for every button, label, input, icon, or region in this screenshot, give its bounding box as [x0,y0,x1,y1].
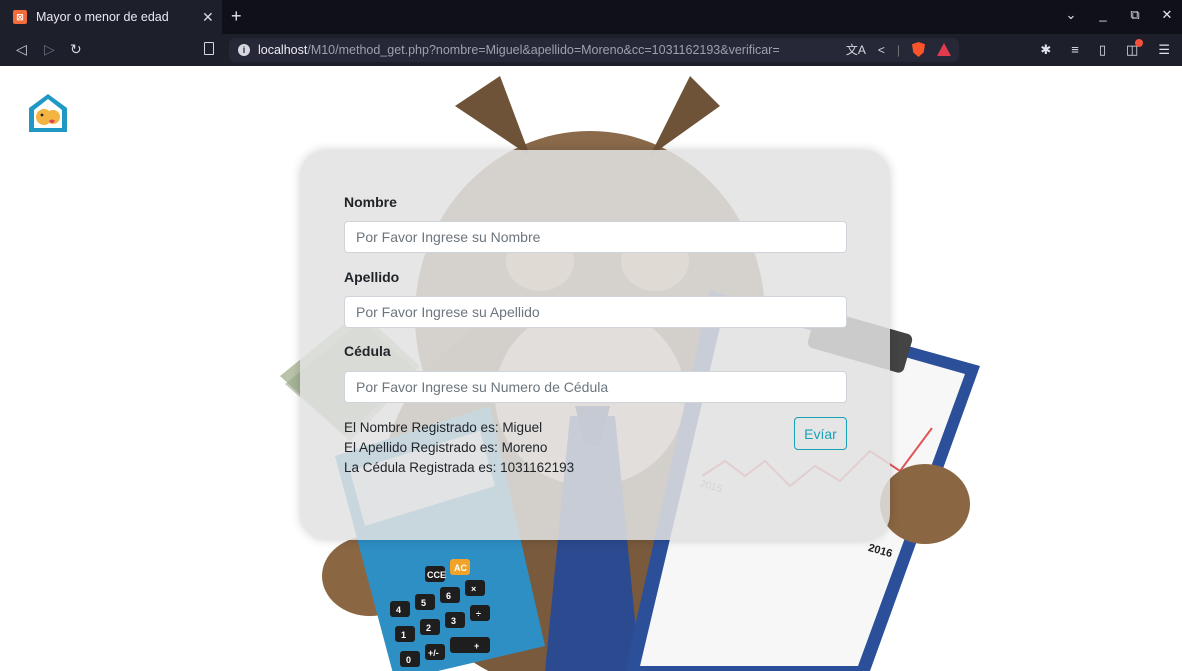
close-tab-icon[interactable]: ✕ [202,9,214,26]
new-tab-icon[interactable]: + [231,6,242,27]
close-window-icon[interactable]: ✕ [1160,7,1174,23]
restore-icon[interactable]: ⧉ [1128,7,1142,23]
bookmark-icon[interactable] [204,42,214,55]
translate-icon[interactable]: 文A [846,41,866,58]
calc-key-divide: ÷ [476,609,481,619]
share-icon[interactable]: < [878,43,885,57]
wallet-badge [1135,39,1144,47]
calc-key-6: 6 [446,591,451,601]
calc-key-plus: + [474,641,479,651]
tab-strip: ⊠ Mayor o menor de edad ✕ + ⌄ _ ⧉ ✕ [0,0,1182,34]
address-bar[interactable]: i localhost/M10/method_get.php?nombre=Mi… [229,38,959,62]
tab-active[interactable]: ⊠ Mayor o menor de edad ✕ [0,0,222,34]
result-cedula: La Cédula Registrada es: 1031162193 [344,460,575,475]
calc-key-0: 0 [406,655,411,665]
calc-key-5: 5 [421,598,426,608]
calc-key-multiply: × [471,584,476,594]
menu-icon[interactable]: ☰ [1158,42,1170,58]
send-button[interactable]: Evíar [794,417,847,450]
chevron-down-icon[interactable]: ⌄ [1064,7,1078,23]
calc-key-4: 4 [396,605,401,615]
nombre-label: Nombre [344,194,397,210]
cedula-input[interactable] [344,371,847,403]
minimize-icon[interactable]: _ [1096,7,1110,23]
result-nombre: El Nombre Registrado es: Miguel [344,420,543,435]
site-info-icon[interactable]: i [238,44,250,56]
sidebar-icon[interactable]: ▯ [1099,42,1106,58]
reload-icon[interactable]: ↻ [70,41,82,58]
xampp-favicon-icon: ⊠ [13,10,27,24]
brave-rewards-icon[interactable] [937,43,951,56]
calc-key-plusminus: +/- [428,648,439,658]
logo-house-pets-icon[interactable] [27,92,69,134]
calc-key-2: 2 [426,623,431,633]
playlist-icon[interactable]: ≡ [1071,42,1079,58]
result-apellido: El Apellido Registrado es: Moreno [344,440,548,455]
cedula-label: Cédula [344,343,391,359]
page-content: 2016 2015 [0,66,1182,671]
rewards-badge [946,43,951,47]
calc-key-1: 1 [401,630,406,640]
apellido-label: Apellido [344,269,400,285]
form-card: Nombre Apellido Cédula El Nombre Registr… [300,150,890,540]
separator: | [896,42,900,57]
brave-shield-icon[interactable] [912,42,925,57]
url-text[interactable]: localhost/M10/method_get.php?nombre=Migu… [258,43,798,57]
window-controls: ⌄ _ ⧉ ✕ [1064,7,1174,23]
nombre-input[interactable] [344,221,847,253]
tab-title: Mayor o menor de edad [36,10,169,24]
apellido-input[interactable] [344,296,847,328]
calc-key-cce: CCE [427,570,446,580]
wallet-icon[interactable]: ◫ [1126,39,1144,58]
back-icon[interactable]: ◁ [16,41,27,58]
browser-right-tools: ✱ ≡ ▯ ◫ ☰ [1040,39,1170,58]
browser-toolbar: ◁ ▷ ↻ i localhost/M10/method_get.php?nom… [0,34,1182,66]
address-bar-actions: 文A < | [846,41,951,58]
calc-key-3: 3 [451,616,456,626]
calc-key-ac: AC [454,563,467,573]
forward-icon[interactable]: ▷ [44,41,55,58]
extensions-icon[interactable]: ✱ [1040,42,1051,58]
right-paw [880,464,970,544]
